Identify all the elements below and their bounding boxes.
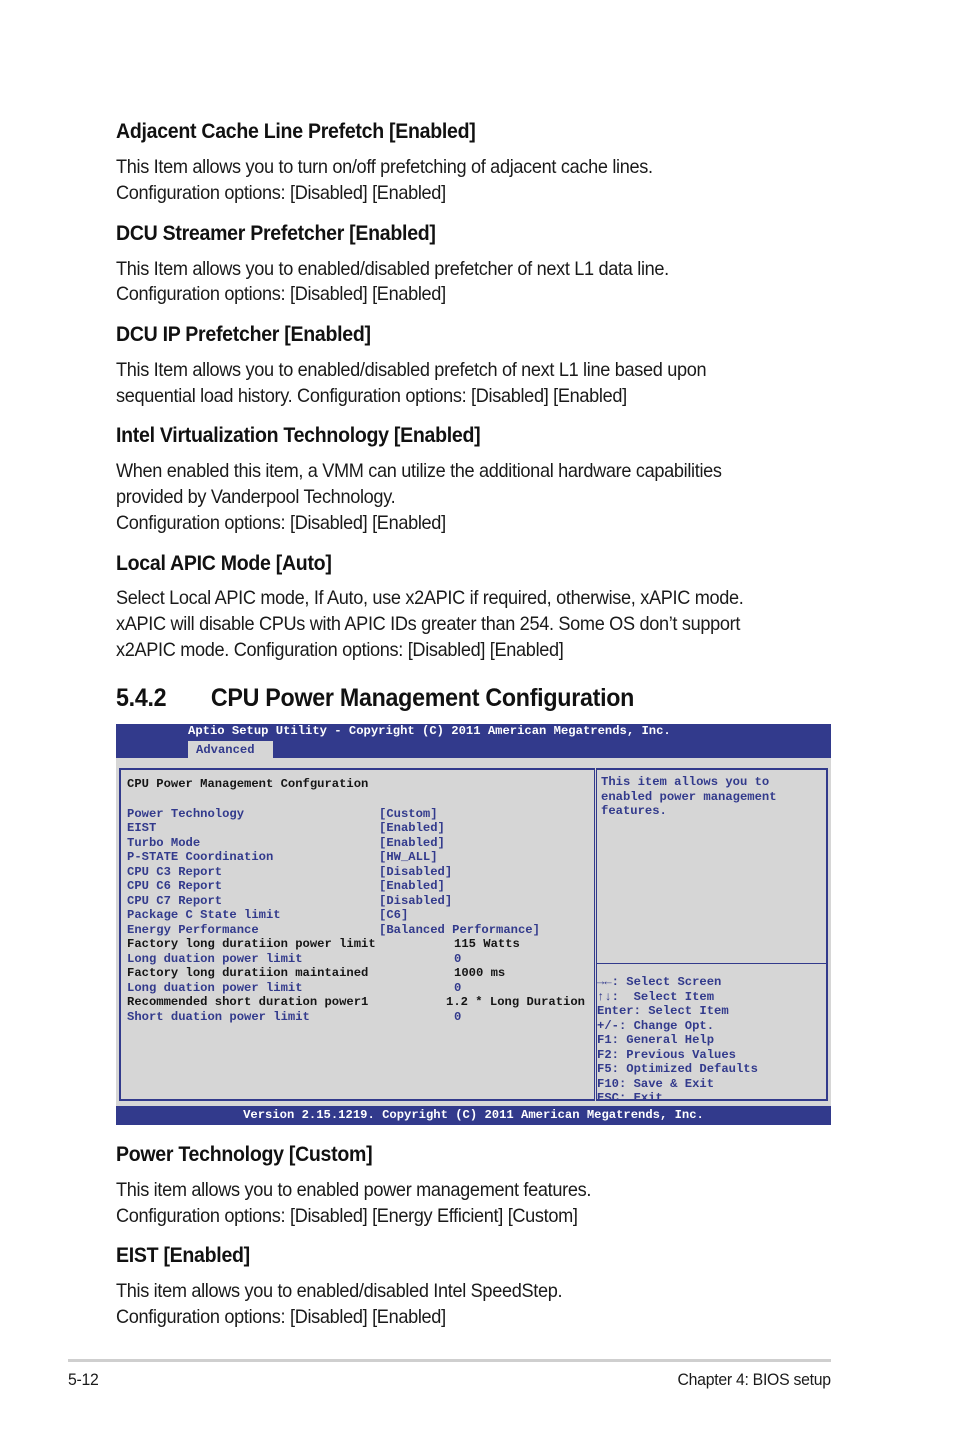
body-text: This item allows you to enabled power ma… <box>116 1179 592 1201</box>
key-hint: Enter: Select Item <box>597 1004 729 1018</box>
key-hint: F5: Optimized Defaults <box>597 1062 758 1076</box>
bios-settings-panel: CPU Power Management Confguration Power … <box>119 768 595 1101</box>
bios-setting-value[interactable]: [Enabled] <box>379 836 445 851</box>
heading-power-technology: Power Technology [Custom] <box>116 1143 373 1166</box>
bios-setting-value: 115 Watts <box>454 937 520 951</box>
bios-setting-label: EIST <box>127 821 157 835</box>
body-text: Configuration options: [Disabled] [Enabl… <box>116 182 446 204</box>
bios-header-bar: Aptio Setup Utility - Copyright (C) 2011… <box>116 724 831 758</box>
section-number: 5.4.2 <box>116 684 167 712</box>
body-text: Configuration options: [Disabled] [Enabl… <box>116 283 446 305</box>
body-text: xAPIC will disable CPUs with APIC IDs gr… <box>116 613 741 635</box>
body-text: Configuration options: [Disabled] [Enabl… <box>116 512 446 534</box>
body-text: This Item allows you to turn on/off pref… <box>116 156 653 178</box>
help-text-line: This item allows you to <box>601 775 770 789</box>
bios-setting-label: CPU C3 Report <box>127 864 223 879</box>
bios-setting-label: Recommended short duration power1 <box>127 995 369 1009</box>
bios-setting-value[interactable]: [Enabled] <box>379 821 445 836</box>
help-divider <box>597 963 826 964</box>
bios-setting-value[interactable]: [Balanced Performance] <box>379 923 540 938</box>
bios-setting-label: CPU C7 Report <box>127 893 223 908</box>
key-hint: F2: Previous Values <box>597 1047 736 1062</box>
help-text-line: enabled power management <box>601 789 777 804</box>
body-text: provided by Vanderpool Technology. <box>116 486 396 508</box>
section-heading: 5.4.2 CPU Power Management Configuration <box>116 684 634 713</box>
heading-eist: EIST [Enabled] <box>116 1244 250 1267</box>
bios-setting-label: Factory long duratiion maintained <box>127 966 369 980</box>
body-text: Select Local APIC mode, If Auto, use x2A… <box>116 587 744 609</box>
bios-setting-label: Package C State limit <box>127 908 281 922</box>
section-title: CPU Power Management Configuration <box>210 684 635 712</box>
key-hint: F1: General Help <box>597 1033 715 1047</box>
bios-setting-value: 1000 ms <box>454 966 506 980</box>
bios-setting-label: CPU C6 Report <box>127 879 223 893</box>
bios-setting-label: Factory long duratiion power limit <box>127 937 376 951</box>
body-text: Configuration options: [Disabled] [Enabl… <box>116 1306 446 1328</box>
body-text: x2APIC mode. Configuration options: [Dis… <box>116 639 564 661</box>
bios-footer: Version 2.15.1219. Copyright (C) 2011 Am… <box>116 1106 831 1125</box>
key-hint: +/-: Change Opt. <box>597 1018 715 1033</box>
bios-setting-value[interactable]: 0 <box>454 981 461 996</box>
bios-setting-label: Energy Performance <box>127 922 259 937</box>
body-text: This Item allows you to enabled/disabled… <box>116 359 707 381</box>
heading-intel-virtualization-technology: Intel Virtualization Technology [Enabled… <box>116 424 481 447</box>
bios-setting-value[interactable]: [Custom] <box>379 807 438 822</box>
bios-setting-label: P-STATE Coordination <box>127 850 274 864</box>
bios-setting-label: Long duation power limit <box>127 980 303 995</box>
bios-setting-label: Turbo Mode <box>127 835 201 850</box>
bios-setting-value[interactable]: 0 <box>454 1010 461 1025</box>
tab-advanced[interactable]: Advanced <box>188 741 273 758</box>
bios-setting-value[interactable]: [C6] <box>379 908 408 923</box>
help-text-line: features. <box>601 804 667 818</box>
heading-local-apic-mode: Local APIC Mode [Auto] <box>116 552 332 575</box>
bios-title: Aptio Setup Utility - Copyright (C) 2011… <box>188 724 671 738</box>
key-hint: →←: Select Screen <box>597 975 722 989</box>
bios-setting-value[interactable]: [Disabled] <box>379 894 452 909</box>
bios-setting-value: 1.2 * Long Duration <box>446 995 585 1009</box>
bios-screen: Aptio Setup Utility - Copyright (C) 2011… <box>116 724 831 1125</box>
body-text: Configuration options: [Disabled] [Energ… <box>116 1205 578 1227</box>
bios-setting-value[interactable]: 0 <box>454 952 461 967</box>
page-number: 5-12 <box>68 1370 99 1389</box>
key-hint: ↑↓: Select Item <box>597 989 715 1004</box>
bios-setting-label: Power Technology <box>127 806 245 821</box>
heading-dcu-streamer-prefetcher: DCU Streamer Prefetcher [Enabled] <box>116 222 436 245</box>
bios-setting-label: Long duation power limit <box>127 951 303 966</box>
body-text: When enabled this item, a VMM can utiliz… <box>116 460 722 482</box>
bios-setting-value[interactable]: [HW_ALL] <box>379 850 438 865</box>
body-text: This Item allows you to enabled/disabled… <box>116 258 669 280</box>
bios-setting-label: Short duation power limit <box>127 1009 310 1024</box>
bios-setting-value[interactable]: [Enabled] <box>379 879 445 894</box>
heading-adjacent-cache-line-prefetch: Adjacent Cache Line Prefetch [Enabled] <box>116 120 476 143</box>
key-hint: ESC: Exit <box>597 1091 663 1105</box>
bios-panel-title: CPU Power Management Confguration <box>127 777 369 791</box>
bios-help-panel: This item allows you to enabled power ma… <box>596 768 828 1105</box>
chapter-label: Chapter 4: BIOS setup <box>677 1370 831 1389</box>
key-hint: F10: Save & Exit <box>597 1076 715 1091</box>
bios-setting-value[interactable]: [Disabled] <box>379 865 452 880</box>
footer-rule <box>68 1359 831 1362</box>
body-text: This item allows you to enabled/disabled… <box>116 1280 563 1302</box>
body-text: sequential load history. Configuration o… <box>116 385 627 407</box>
heading-dcu-ip-prefetcher: DCU IP Prefetcher [Enabled] <box>116 323 371 346</box>
